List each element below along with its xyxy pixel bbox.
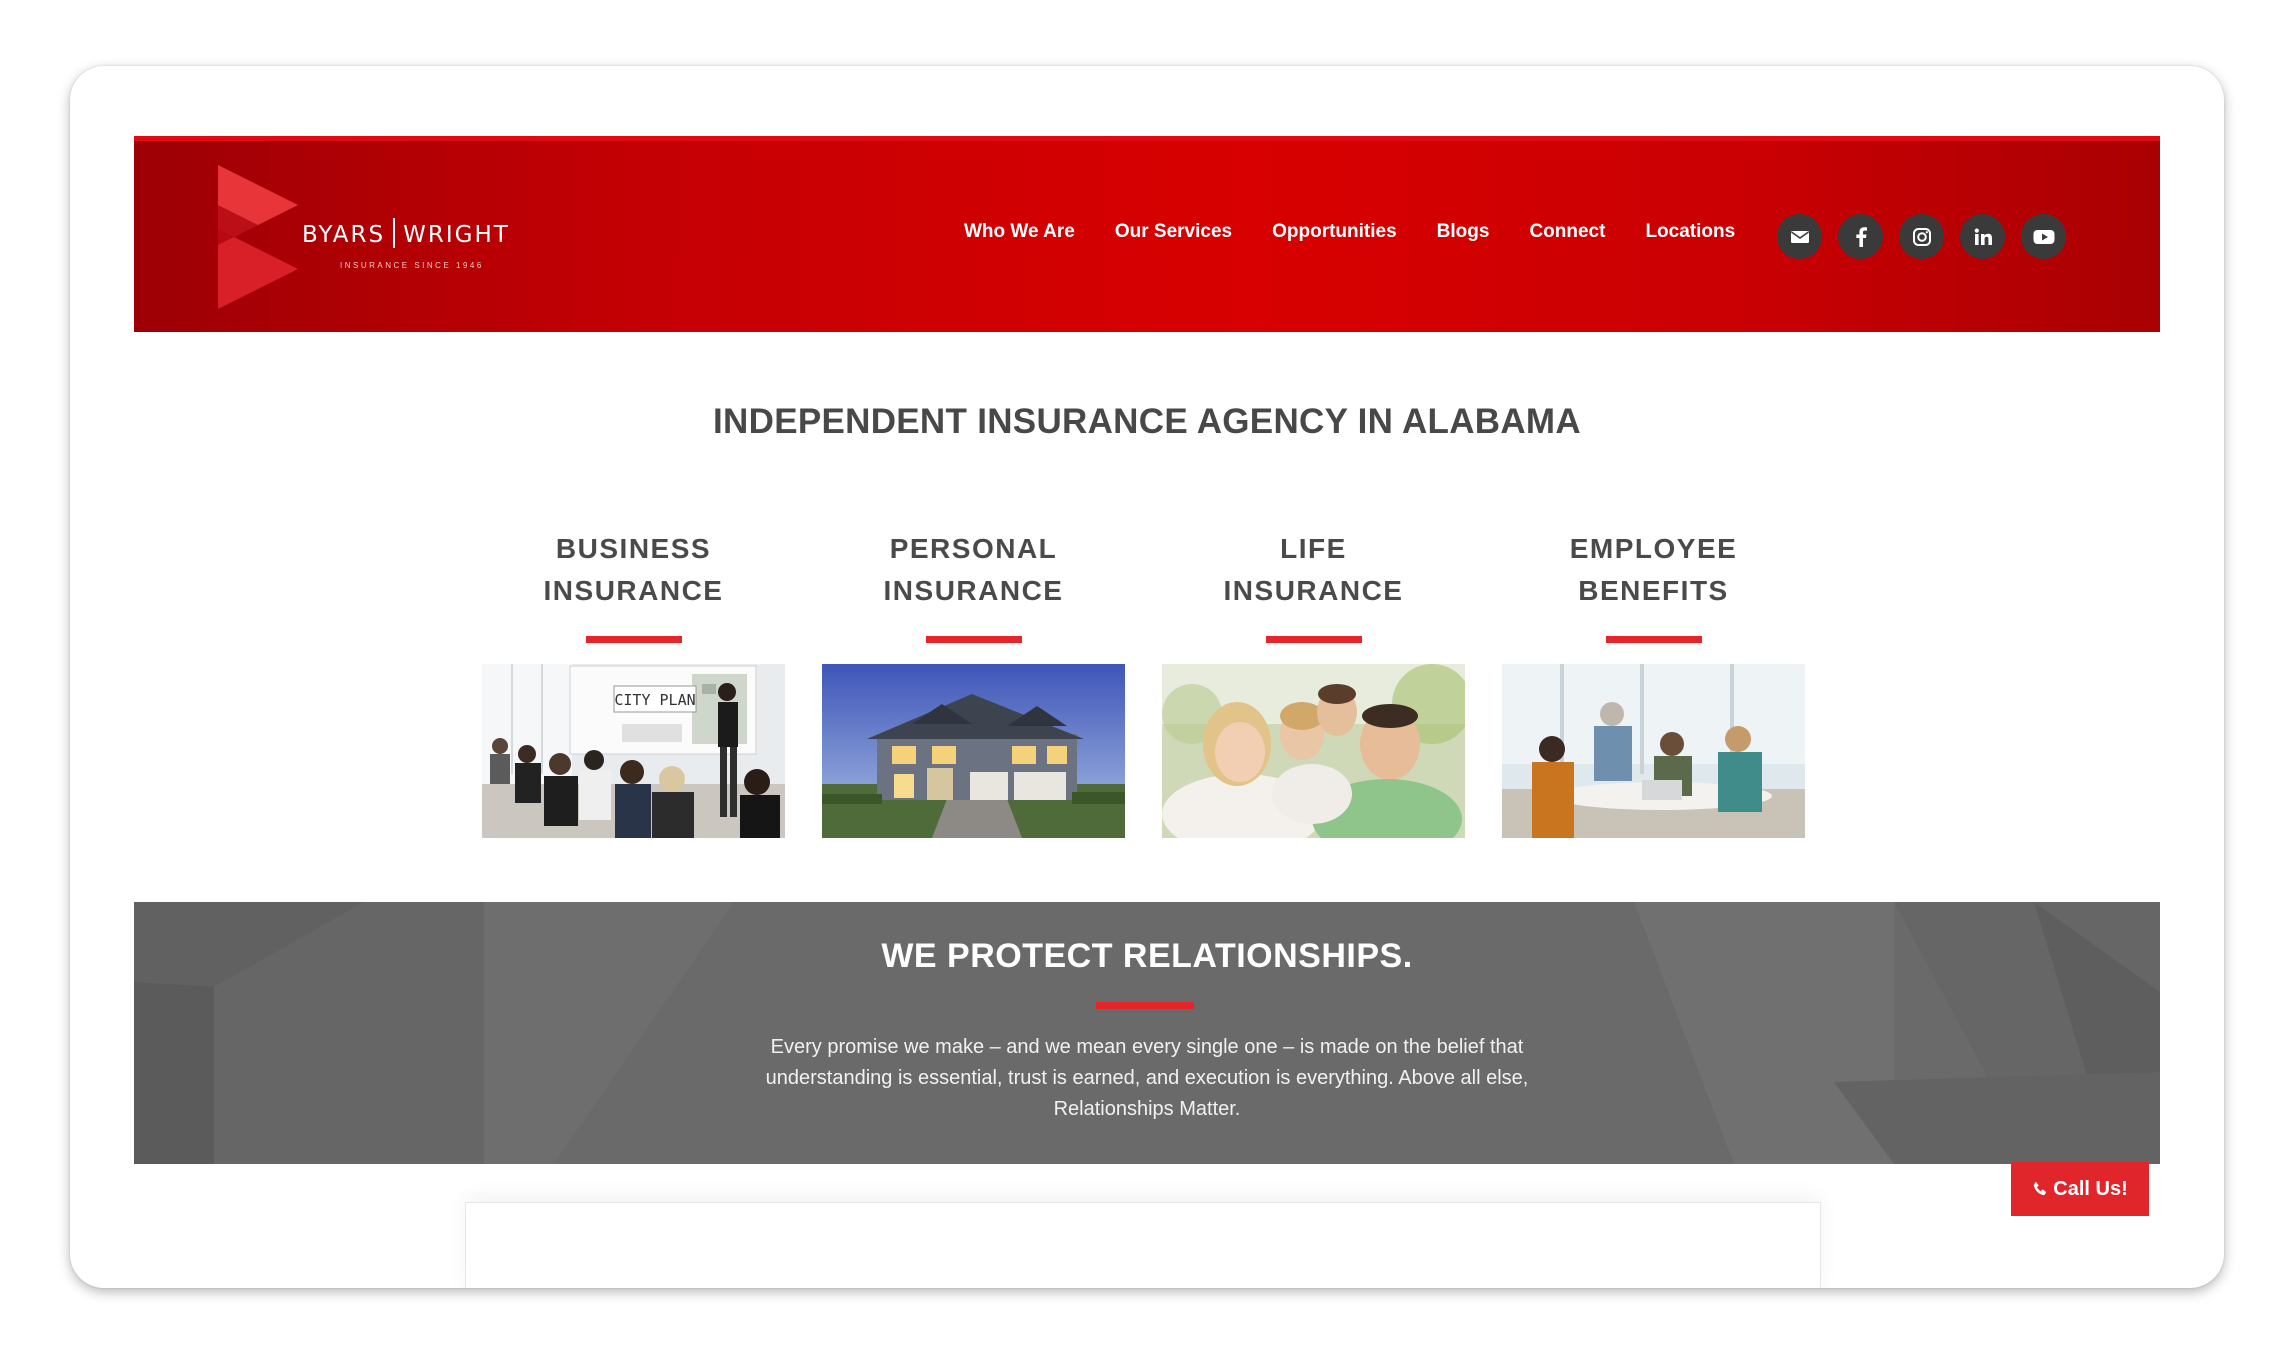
- service-title-line1: BUSINESS: [555, 533, 712, 564]
- service-title-line2: INSURANCE: [1223, 575, 1404, 606]
- service-title[interactable]: PERSONAL INSURANCE: [822, 526, 1125, 626]
- service-image-house[interactable]: [822, 664, 1125, 838]
- service-image-family[interactable]: [1162, 664, 1465, 838]
- nav-connect[interactable]: Connect: [1529, 221, 1605, 243]
- service-title-line1: LIFE: [1280, 533, 1347, 564]
- call-us-label: Call Us!: [2053, 1177, 2128, 1200]
- logo-name-right: WRIGHT: [403, 222, 510, 248]
- service-title-line2: INSURANCE: [543, 575, 724, 606]
- browser-card: BYARS WRIGHT INSURANCE SINCE 1946 Who We …: [70, 66, 2224, 1288]
- banner-title: WE PROTECT RELATIONSHIPS.: [881, 937, 1413, 975]
- call-us-button[interactable]: Call Us!: [2011, 1162, 2149, 1216]
- service-title-line2: INSURANCE: [883, 575, 1064, 606]
- nav-our-services[interactable]: Our Services: [1115, 221, 1232, 243]
- service-underline: [585, 636, 682, 643]
- linkedin-icon[interactable]: [1960, 214, 2005, 259]
- city-plan-sign: CITY PLAN: [614, 691, 695, 709]
- logo-divider: [393, 218, 396, 248]
- service-life-insurance[interactable]: LIFE INSURANCE: [1162, 526, 1465, 838]
- relationships-banner: WE PROTECT RELATIONSHIPS. Every promise …: [134, 902, 2160, 1164]
- content-box: [465, 1202, 1821, 1288]
- service-title-line2: BENEFITS: [1578, 575, 1729, 606]
- nav-blogs[interactable]: Blogs: [1437, 221, 1490, 243]
- nav-who-we-are[interactable]: Who We Are: [964, 221, 1075, 243]
- service-personal-insurance[interactable]: PERSONAL INSURANCE: [822, 526, 1125, 838]
- service-business-insurance[interactable]: BUSINESS INSURANCE CITY PLAN: [482, 526, 785, 838]
- service-title[interactable]: EMPLOYEE BENEFITS: [1502, 526, 1805, 626]
- service-employee-benefits[interactable]: EMPLOYEE BENEFITS: [1502, 526, 1805, 838]
- service-image-meeting[interactable]: [1502, 664, 1805, 838]
- service-image-business[interactable]: CITY PLAN: [482, 664, 785, 838]
- logo-mark-icon: [218, 165, 298, 309]
- logo-tagline: INSURANCE SINCE 1946: [340, 261, 484, 270]
- social-links: [1777, 214, 2066, 259]
- banner-text: Every promise we make – and we mean ever…: [765, 1036, 1529, 1120]
- service-title[interactable]: LIFE INSURANCE: [1162, 526, 1465, 626]
- service-title-line1: PERSONAL: [889, 533, 1058, 564]
- phone-icon: [2034, 1182, 2047, 1196]
- service-title-line1: EMPLOYEE: [1569, 533, 1738, 564]
- instagram-icon[interactable]: [1899, 214, 1944, 259]
- youtube-icon[interactable]: [2021, 214, 2066, 259]
- service-title[interactable]: BUSINESS INSURANCE: [482, 526, 785, 626]
- service-underline: [1605, 636, 1702, 643]
- email-icon[interactable]: [1777, 214, 1822, 259]
- facebook-icon[interactable]: [1838, 214, 1883, 259]
- logo-wordmark: BYARS WRIGHT: [302, 218, 510, 248]
- logo-name-left: BYARS: [302, 222, 386, 248]
- service-underline: [1265, 636, 1362, 643]
- page-headline: INDEPENDENT INSURANCE AGENCY IN ALABAMA: [713, 402, 1581, 441]
- site-header: BYARS WRIGHT INSURANCE SINCE 1946 Who We …: [134, 136, 2160, 332]
- main-nav: Who We Are Our Services Opportunities Bl…: [964, 221, 1775, 243]
- services-row: BUSINESS INSURANCE CITY PLAN PERSONAL IN…: [482, 526, 1842, 906]
- site-logo[interactable]: BYARS WRIGHT INSURANCE SINCE 1946: [218, 165, 558, 309]
- nav-locations[interactable]: Locations: [1645, 221, 1735, 243]
- banner-underline: [1096, 1002, 1194, 1009]
- nav-opportunities[interactable]: Opportunities: [1272, 221, 1397, 243]
- service-underline: [925, 636, 1022, 643]
